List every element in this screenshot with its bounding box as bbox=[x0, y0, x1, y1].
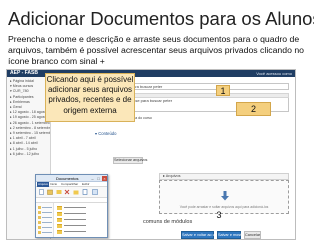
download-arrow-icon bbox=[221, 191, 229, 201]
folder-icon bbox=[57, 217, 62, 222]
dropzone-text: Você pode arrastar e soltar arquivos aqu… bbox=[179, 205, 269, 209]
move-icon[interactable] bbox=[56, 189, 62, 195]
file-item[interactable] bbox=[57, 205, 86, 210]
tree-item[interactable]: ▸ 6 julho - 12 julho bbox=[10, 152, 50, 157]
explorer-title: Documentos bbox=[56, 176, 79, 181]
nav-item[interactable] bbox=[38, 210, 52, 214]
folder-icon bbox=[38, 205, 41, 209]
instructions-text: Preencha o nome e descrição e arraste se… bbox=[8, 34, 305, 66]
nav-item[interactable] bbox=[38, 205, 52, 209]
folder-icon bbox=[57, 223, 62, 228]
user-menu[interactable]: Você acessou como bbox=[256, 70, 292, 77]
file-item[interactable] bbox=[57, 229, 86, 234]
close-icon[interactable]: × bbox=[102, 176, 107, 181]
explorer-ribbon bbox=[36, 187, 107, 198]
delete-icon[interactable] bbox=[64, 189, 70, 195]
folder-icon bbox=[38, 215, 41, 219]
step-number-2: 2 bbox=[236, 102, 271, 116]
folder-icon bbox=[38, 230, 41, 234]
explorer-titlebar[interactable]: Documentos – □ × bbox=[36, 175, 107, 182]
folder-icon bbox=[57, 205, 62, 210]
folder-icon bbox=[38, 210, 41, 214]
save-return-button[interactable]: Salvar e voltar ao curso bbox=[181, 231, 222, 239]
name-field[interactable]: apostila para buscar peter bbox=[113, 83, 289, 90]
content-section-header[interactable]: ▾ Conteúdo bbox=[95, 131, 116, 137]
folder-icon bbox=[57, 211, 62, 216]
step-number-1: 1 bbox=[216, 85, 230, 96]
save-show-button[interactable]: Salvar e mostrar bbox=[217, 231, 246, 239]
properties-icon[interactable] bbox=[82, 189, 88, 195]
nav-item[interactable] bbox=[38, 220, 52, 224]
file-dropzone[interactable]: Você pode arrastar e soltar arquivos aqu… bbox=[159, 180, 289, 214]
new-folder-icon[interactable] bbox=[73, 189, 79, 195]
folder-icon bbox=[38, 220, 41, 224]
nav-item[interactable] bbox=[38, 215, 52, 219]
callout-add-private-files: Clicando aqui é possível adicionar seus … bbox=[45, 73, 135, 122]
nav-item[interactable] bbox=[38, 230, 52, 234]
select-files-button[interactable]: Selecionar arquivos bbox=[113, 157, 147, 164]
maximize-icon[interactable]: □ bbox=[96, 176, 101, 181]
cancel-button[interactable]: Cancelar bbox=[244, 231, 261, 239]
folder-icon bbox=[38, 225, 41, 229]
file-item[interactable] bbox=[57, 211, 86, 216]
minimize-icon[interactable]: – bbox=[90, 176, 95, 181]
folder-icon bbox=[57, 229, 62, 234]
paste-icon[interactable] bbox=[47, 189, 53, 195]
modules-section-text[interactable]: comuns de módulos bbox=[143, 219, 192, 226]
file-item[interactable] bbox=[57, 217, 86, 222]
files-header[interactable]: ▸ Arquivos bbox=[159, 173, 289, 180]
select-all-icon[interactable] bbox=[92, 189, 98, 195]
explorer-file-list bbox=[55, 203, 107, 237]
explorer-nav-pane bbox=[36, 203, 54, 237]
slide-title: Adicionar Documentos para os Alunos bbox=[8, 8, 314, 29]
tree-item[interactable]: ▸ 19 agosto - 25 agosto bbox=[10, 115, 50, 120]
file-item[interactable] bbox=[57, 223, 86, 228]
site-brand[interactable]: AEP - FASB bbox=[10, 70, 38, 77]
nav-item[interactable] bbox=[38, 225, 52, 229]
copy-icon[interactable] bbox=[39, 189, 45, 195]
step-number-3: 3 bbox=[216, 210, 222, 220]
file-explorer-window[interactable]: Documentos – □ × Arquivo Início Comparti… bbox=[35, 174, 108, 238]
